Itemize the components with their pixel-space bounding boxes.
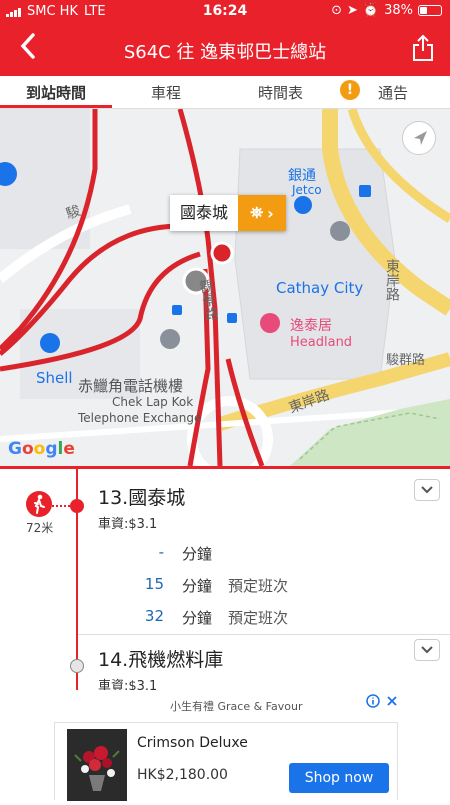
eta-minutes: 15 — [144, 575, 164, 593]
eta-unit: 分鐘 — [182, 609, 213, 627]
street-view-button[interactable]: ⛯ › — [238, 195, 287, 231]
pegman-icon: ⛯ — [250, 203, 264, 222]
stop-name[interactable]: 13.國泰城 — [98, 483, 185, 510]
share-icon — [413, 34, 433, 61]
product-image[interactable] — [67, 729, 127, 801]
route-title: S64C 往 逸東邨巴士總站 — [123, 42, 327, 63]
close-icon[interactable] — [386, 695, 398, 707]
status-bar: SMC HK LTE 16:24 ⊙ ➤ ⏰ 38% — [0, 0, 450, 24]
ad-card[interactable]: Crimson Deluxe HK$2,180.00 Shop now — [54, 722, 398, 801]
stop-marker — [70, 659, 84, 673]
status-right: ⊙ ➤ ⏰ 38% — [331, 3, 442, 18]
ad-choices[interactable] — [366, 694, 398, 708]
map-label-telecom-en1: Chek Lap Kok — [112, 395, 194, 409]
nav-bar: S64C 往 逸東邨巴士總站 — [0, 24, 450, 76]
eta-row: 15 分鐘 預定班次 — [140, 575, 400, 597]
bubble-stop-name: 國泰城 — [170, 195, 239, 231]
ad-sponsor: 小生有禮 Grace & Favour — [170, 700, 303, 713]
map-label-jetco-cn: 銀通 — [288, 168, 316, 184]
stop-divider — [78, 634, 450, 635]
chevron-down-icon — [421, 486, 433, 494]
compass-button[interactable] — [402, 121, 436, 155]
map-label-road-chun: 駿群路 — [386, 353, 426, 368]
tab-journey[interactable]: 車程 — [151, 82, 181, 103]
active-tab-indicator — [0, 105, 112, 108]
eta-remark: 預定班次 — [228, 609, 289, 627]
map-label-cathay-city: Cathay City — [276, 279, 364, 297]
location-arrow-icon: ➤ — [347, 3, 358, 18]
stop-info-bubble[interactable]: 國泰城 ⛯ › — [170, 195, 287, 231]
lock-rotation-icon: ⊙ — [331, 3, 342, 18]
chevron-down-icon — [421, 646, 433, 654]
notice-alert-icon: ! — [340, 80, 360, 100]
route-map[interactable]: 銀通 Jetco Cathay City 逸泰居 Headland Shell … — [0, 109, 450, 466]
tab-timetable[interactable]: 時間表 — [258, 82, 303, 103]
eta-unit: 分鐘 — [182, 577, 213, 595]
app-header: SMC HK LTE 16:24 ⊙ ➤ ⏰ 38% S64C 往 逸東邨巴士總… — [0, 0, 450, 76]
stop-list[interactable]: 72米 13.國泰城 車資:$3.1 - 分鐘 15 分鐘 預定班次 32 分鐘… — [0, 469, 450, 694]
eta-row: 32 分鐘 預定班次 — [140, 607, 400, 629]
expand-toggle[interactable] — [414, 639, 440, 661]
eta-unit: 分鐘 — [182, 545, 213, 563]
tab-eta[interactable]: 到站時間 — [26, 82, 86, 103]
eta-minutes: - — [158, 543, 164, 561]
shop-now-button[interactable]: Shop now — [289, 763, 389, 793]
stop-marker-active — [70, 499, 84, 513]
map-label-headland-cn: 逸泰居 — [290, 318, 332, 334]
ad-banner[interactable]: 小生有禮 Grace & Favour Crimson Deluxe HK$2,… — [0, 690, 450, 801]
chevron-right-icon: › — [267, 203, 274, 223]
walk-distance: 72米 — [26, 521, 54, 535]
navigation-arrow-icon — [414, 131, 427, 145]
eta-remark: 預定班次 — [228, 577, 289, 595]
google-logo: Google — [8, 439, 75, 459]
map-label-telecom-cn: 赤鱲角電話機樓 — [78, 377, 184, 395]
battery-percent: 38% — [384, 3, 413, 18]
battery-fill — [420, 7, 427, 14]
eta-minutes: 32 — [144, 607, 164, 625]
ad-product-title: Crimson Deluxe — [137, 735, 248, 751]
map-label-headland-en: Headland — [290, 335, 353, 350]
collapse-toggle[interactable] — [414, 479, 440, 501]
tab-notices[interactable]: 通告 — [378, 82, 408, 103]
tab-bar: 到站時間 車程 時間表 ! 通告 — [0, 76, 450, 109]
battery-icon — [418, 5, 442, 16]
map-label-shell: Shell — [36, 369, 73, 387]
map-label-jetco-en: Jetco — [292, 183, 322, 197]
walking-icon — [26, 491, 52, 517]
share-button[interactable] — [412, 34, 434, 66]
map-label-road-east: 東岸路 — [384, 259, 400, 301]
map-label-telecom-en2: Telephone Exchange — [78, 411, 202, 425]
info-icon[interactable] — [366, 694, 380, 708]
alarm-icon: ⏰ — [362, 3, 380, 18]
ad-product-price: HK$2,180.00 — [137, 767, 228, 783]
eta-row: - 分鐘 — [140, 543, 400, 565]
stop-name[interactable]: 14.飛機燃料庫 — [98, 645, 223, 672]
stop-fare: 車資:$3.1 — [98, 517, 158, 532]
